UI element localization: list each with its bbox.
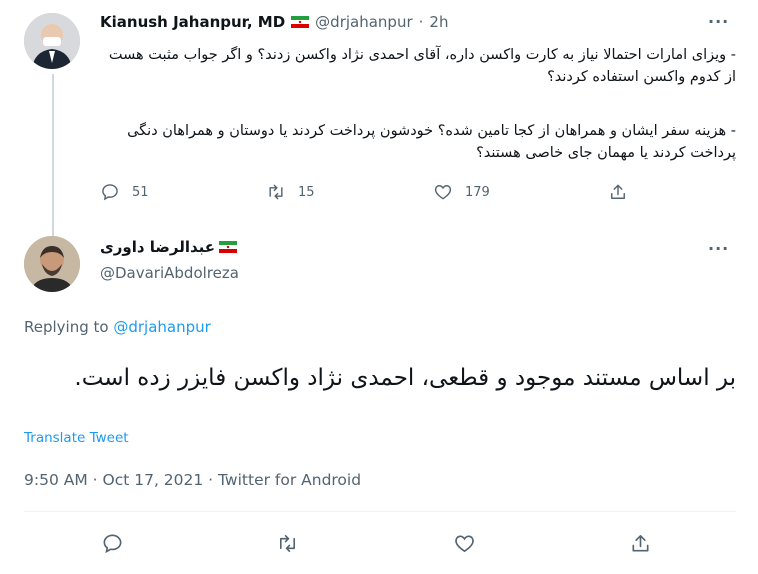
like-count: 179 xyxy=(465,184,490,200)
reply-icon xyxy=(102,184,118,201)
more-options-icon[interactable]: ··· xyxy=(708,12,729,31)
retweet-button[interactable] xyxy=(276,532,299,555)
retweet-button[interactable]: 15 xyxy=(266,182,315,202)
replying-to-label: Replying to xyxy=(24,318,109,336)
translate-tweet-link[interactable]: Translate Tweet xyxy=(24,430,129,446)
time-separator: · xyxy=(418,13,424,31)
main-tweet-text: بر اساس مستند موجود و قطعی، احمدی نژاد و… xyxy=(74,365,736,391)
replying-to-handle-link[interactable]: @drjahanpur xyxy=(113,318,210,336)
first-tweet-time[interactable]: 2h xyxy=(429,13,448,31)
main-author-handle[interactable]: @DavariAbdolreza xyxy=(100,264,239,282)
heart-icon xyxy=(455,535,474,553)
more-options-icon[interactable]: ··· xyxy=(708,239,729,258)
thread-line xyxy=(52,74,54,236)
first-tweet-paragraph-2: - هزینه سفر ایشان و همراهان از کجا تامین… xyxy=(127,123,736,161)
replying-to: Replying to @drjahanpur xyxy=(24,318,211,336)
share-icon xyxy=(611,184,625,199)
avatar-first-author-image xyxy=(24,13,80,69)
retweet-icon xyxy=(279,535,296,552)
reply-icon xyxy=(103,534,122,554)
share-button[interactable] xyxy=(608,182,628,202)
tweet-timestamp[interactable]: 9:50 AM · Oct 17, 2021 · Twitter for And… xyxy=(24,471,361,489)
first-tweet-paragraph-1: - ویزای امارات احتمالا نیاز به کارت واکس… xyxy=(108,47,736,85)
first-author-handle[interactable]: @drjahanpur xyxy=(315,13,412,31)
timestamp-divider xyxy=(24,511,736,512)
like-button[interactable] xyxy=(453,532,476,555)
like-button[interactable]: 179 xyxy=(433,182,490,202)
iran-flag-icon xyxy=(219,241,238,253)
iran-flag-icon xyxy=(291,16,310,28)
retweet-icon xyxy=(269,184,283,200)
heart-icon xyxy=(434,185,452,200)
share-icon xyxy=(632,535,649,552)
first-author-name[interactable]: Kianush Jahanpur, MD xyxy=(100,13,285,31)
reply-count: 51 xyxy=(132,184,149,200)
share-button[interactable] xyxy=(629,532,652,555)
reply-button[interactable]: 51 xyxy=(100,182,149,202)
reply-button[interactable] xyxy=(101,532,124,555)
retweet-count: 15 xyxy=(298,184,315,200)
avatar-main-author-image xyxy=(24,236,80,292)
avatar-main-author[interactable] xyxy=(24,236,80,292)
avatar-first-author[interactable] xyxy=(24,13,80,69)
main-author-name[interactable]: عبدالرضا داوری xyxy=(100,238,215,256)
